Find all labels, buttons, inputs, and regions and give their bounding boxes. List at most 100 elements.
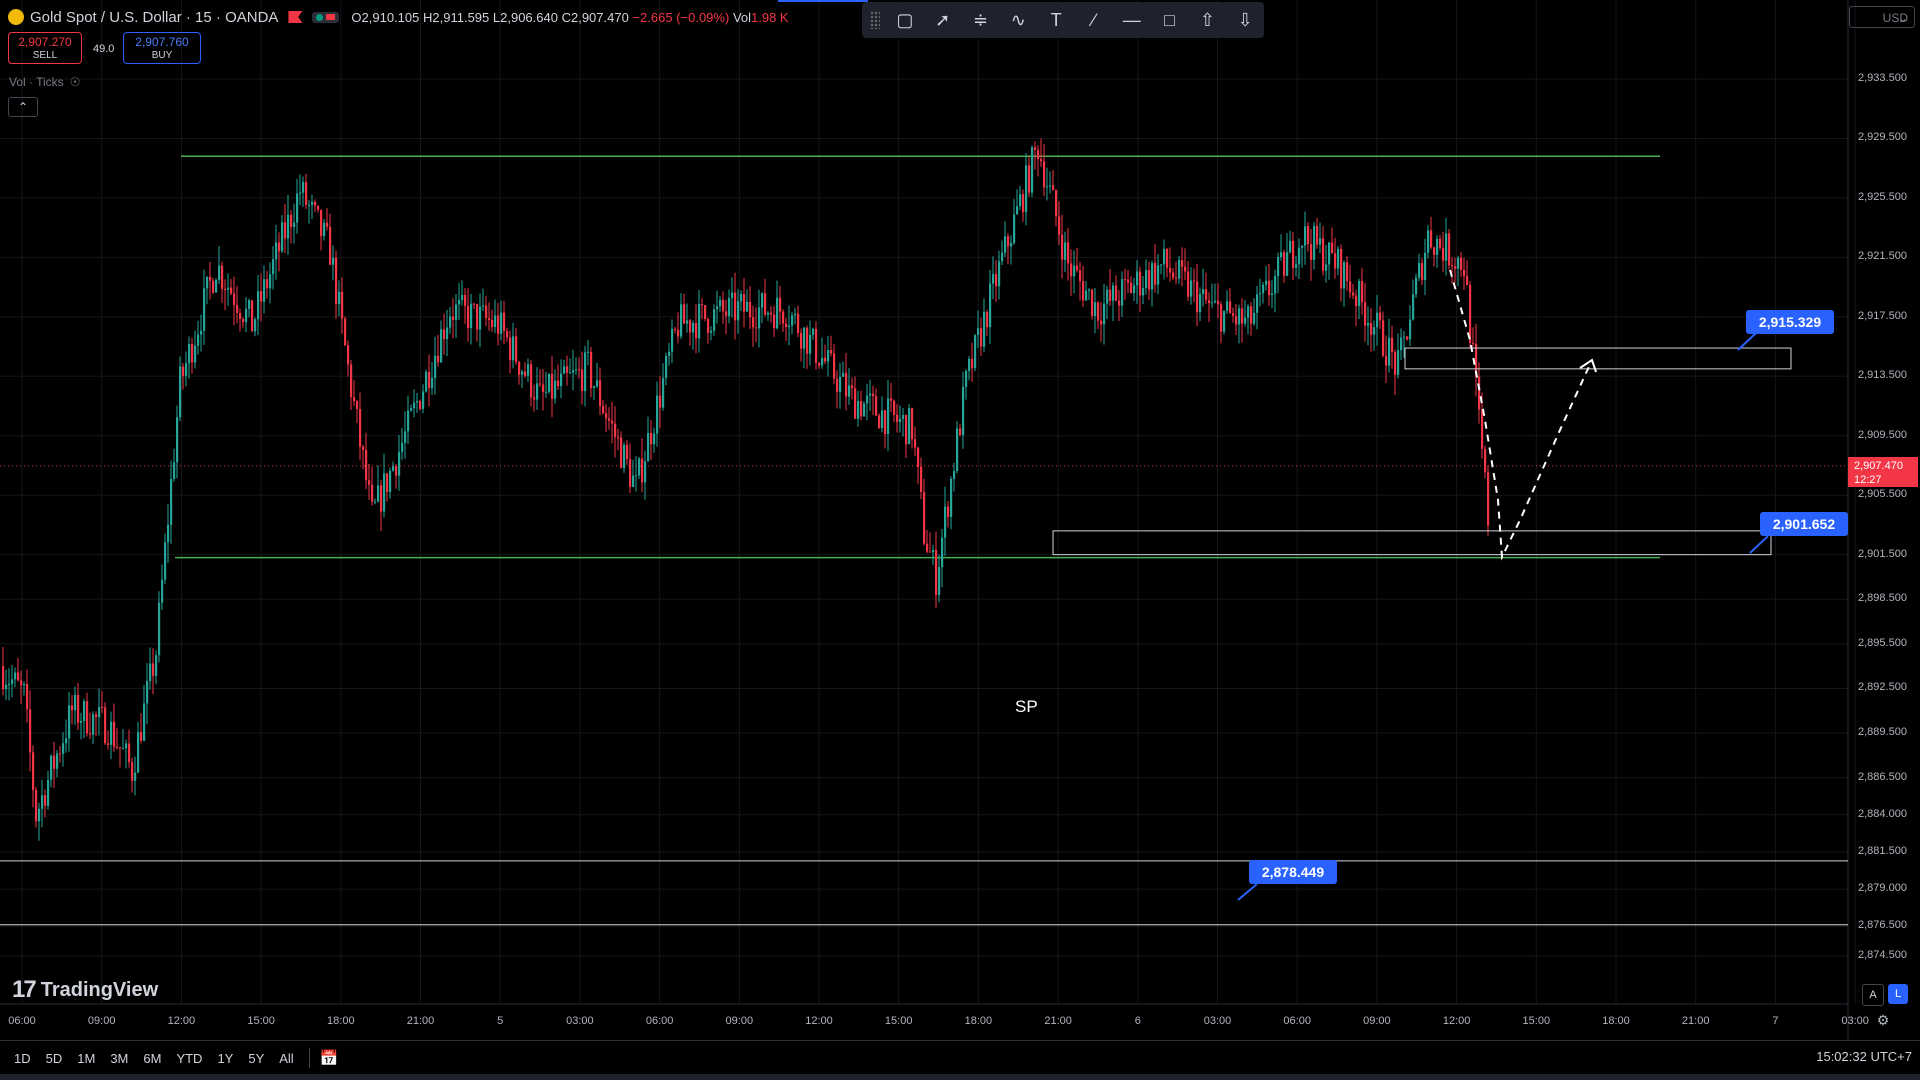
currency-selector[interactable]: USD ⌄: [1849, 6, 1915, 28]
time-tick-label: 06:00: [8, 1015, 36, 1027]
symbol-header[interactable]: Gold Spot / U.S. Dollar · 15 · OANDA O2,…: [8, 7, 789, 27]
time-tick-label: 18:00: [964, 1015, 993, 1027]
candle: [644, 450, 647, 500]
sell-button[interactable]: 2,907.270 SELL: [8, 32, 82, 64]
fib-icon[interactable]: ≑: [962, 5, 1000, 35]
trend-line-icon[interactable]: ➚: [924, 5, 962, 35]
sp-annotation[interactable]: SP: [1015, 697, 1038, 717]
buy-button[interactable]: 2,907.760 BUY: [123, 32, 201, 64]
range-ytd[interactable]: YTD: [176, 1051, 202, 1066]
candle-body: [1229, 301, 1232, 314]
candle-body: [1295, 264, 1298, 268]
candle-body: [515, 336, 518, 363]
time-tick-label: 12:00: [805, 1015, 833, 1027]
range-3m[interactable]: 3M: [110, 1051, 128, 1066]
candle-body: [1385, 355, 1388, 366]
rectangle-icon[interactable]: ▢: [886, 5, 924, 35]
candle: [398, 435, 401, 491]
candle-body: [1061, 234, 1064, 260]
candle-body: [1244, 317, 1247, 324]
candle: [14, 667, 17, 688]
candle: [974, 334, 977, 371]
candle: [668, 342, 671, 366]
candle: [434, 336, 437, 395]
candle: [221, 261, 224, 303]
candle: [1184, 248, 1187, 281]
symbol-title[interactable]: Gold Spot / U.S. Dollar · 15 · OANDA: [30, 9, 278, 26]
candle: [935, 531, 938, 608]
market-status-icon[interactable]: [312, 11, 340, 23]
candle-body: [674, 328, 677, 330]
range-6m[interactable]: 6M: [143, 1051, 161, 1066]
calendar-icon[interactable]: 📅: [320, 1049, 339, 1067]
collapse-legend-button[interactable]: ⌃: [8, 97, 38, 117]
gear-icon[interactable]: ⚙: [1874, 1012, 1892, 1030]
candle-body: [458, 299, 461, 305]
candle: [635, 456, 638, 492]
candle-body: [509, 337, 512, 361]
candle: [224, 279, 227, 311]
candle-body: [1217, 300, 1220, 305]
eye-hidden-icon[interactable]: ☉: [70, 75, 81, 89]
ray-icon[interactable]: ∕: [1075, 5, 1113, 35]
candle-body: [557, 380, 560, 387]
candle: [1457, 255, 1460, 287]
flag-icon[interactable]: [288, 11, 303, 23]
candle: [620, 431, 623, 469]
path-icon[interactable]: ∿: [999, 5, 1037, 35]
candle: [1238, 304, 1241, 344]
range-5d[interactable]: 5D: [46, 1051, 63, 1066]
log-scale-button[interactable]: L: [1888, 984, 1908, 1004]
candle-body: [962, 386, 965, 436]
price-chart[interactable]: [0, 0, 1920, 1080]
candle-body: [1406, 336, 1409, 340]
gold-coin-icon: [8, 9, 24, 25]
level-label-2915[interactable]: 2,915.329: [1746, 310, 1834, 334]
volume-indicator-legend[interactable]: Vol · Ticks ☉: [9, 75, 80, 89]
text-icon[interactable]: T: [1037, 5, 1075, 35]
horizontal-line-icon[interactable]: —: [1113, 5, 1151, 35]
arrow-up-icon[interactable]: ⇧: [1188, 5, 1226, 35]
candle: [77, 682, 80, 731]
range-1m[interactable]: 1M: [77, 1051, 95, 1066]
candle: [242, 317, 245, 328]
auto-scale-button[interactable]: A: [1862, 984, 1884, 1006]
callout-icon[interactable]: □: [1151, 5, 1189, 35]
candle: [104, 702, 107, 745]
candle-body: [650, 433, 653, 445]
candle: [614, 406, 617, 458]
candle-body: [314, 201, 317, 206]
candle-body: [371, 484, 374, 502]
zone-rectangle: [1052, 530, 1772, 556]
candle-body: [1262, 284, 1265, 294]
clock-timezone[interactable]: 15:02:32 UTC+7: [1816, 1049, 1912, 1064]
candle: [1043, 144, 1046, 197]
candle: [656, 381, 659, 447]
candle: [26, 669, 29, 723]
time-tick-label: 09:00: [1363, 1015, 1391, 1027]
range-1d[interactable]: 1D: [14, 1051, 31, 1066]
drag-handle-icon[interactable]: [870, 11, 880, 29]
candle: [1061, 214, 1064, 279]
range-1y[interactable]: 1Y: [217, 1051, 233, 1066]
level-label-2901[interactable]: 2,901.652: [1760, 512, 1848, 536]
candle-body: [1433, 247, 1436, 255]
candle: [371, 466, 374, 506]
candle: [1406, 336, 1409, 341]
level-label-2878[interactable]: 2,878.449: [1249, 860, 1337, 884]
candle-body: [275, 242, 278, 260]
candle: [200, 314, 203, 352]
candle: [575, 357, 578, 375]
candle: [50, 754, 53, 788]
bar-countdown: 12:27: [1854, 474, 1882, 486]
candle-body: [227, 287, 230, 290]
range-all[interactable]: All: [279, 1051, 293, 1066]
chart-scrollbar[interactable]: [0, 1074, 1920, 1080]
candle: [629, 443, 632, 494]
candle-body: [1424, 252, 1427, 281]
range-5y[interactable]: 5Y: [248, 1051, 264, 1066]
arrow-down-icon[interactable]: ⇩: [1226, 5, 1264, 35]
projection-path: [1449, 269, 1593, 561]
candle-body: [953, 471, 956, 479]
candle-body: [266, 279, 269, 289]
